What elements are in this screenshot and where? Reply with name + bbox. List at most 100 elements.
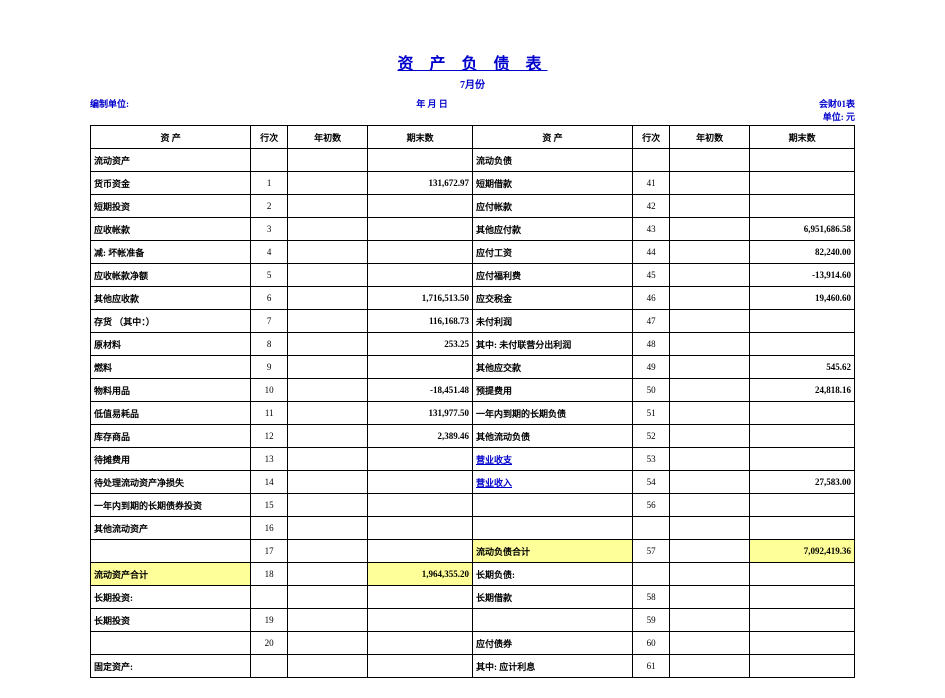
liab-begin [670,632,750,655]
th-begin-l: 年初数 [288,126,368,149]
asset-label: 待摊费用 [91,448,251,471]
asset-end [368,241,473,264]
th-row-r: 行次 [633,126,670,149]
liab-row-num: 58 [633,586,670,609]
liab-label [472,517,632,540]
liab-end [750,172,855,195]
asset-label: 其他流动资产 [91,517,251,540]
page-title: 资 产 负 债 表 [90,50,855,74]
table-row: 固定资产:其中: 应计利息61 [91,655,855,678]
meta-left: 编制单位: [90,97,129,110]
asset-label: 短期投资 [91,195,251,218]
asset-row-num: 9 [251,356,288,379]
asset-row-num [251,586,288,609]
liab-end [750,195,855,218]
asset-begin [288,264,368,287]
liab-label: 营业收支 [472,448,632,471]
page-subtitle: 7月份 [90,76,855,91]
asset-begin [288,287,368,310]
asset-end [368,264,473,287]
liab-end [750,517,855,540]
liab-label: 流动负债合计 [472,540,632,563]
asset-label: 一年内到期的长期债券投资 [91,494,251,517]
liab-end [750,632,855,655]
table-row: 库存商品122,389.46其他流动负债52 [91,425,855,448]
asset-end [368,517,473,540]
liab-end [750,310,855,333]
table-row: 一年内到期的长期债券投资1556 [91,494,855,517]
liab-label: 长期负债: [472,563,632,586]
liab-end: 545.62 [750,356,855,379]
meta-center: 年 月 日 [129,97,735,110]
asset-begin [288,149,368,172]
asset-row-num: 11 [251,402,288,425]
liab-begin [670,310,750,333]
liab-end [750,609,855,632]
asset-row-num: 14 [251,471,288,494]
asset-begin [288,333,368,356]
meta-row: 编制单位: 年 月 日 会财01表 [90,97,855,110]
liab-row-num [633,563,670,586]
liab-row-num: 53 [633,448,670,471]
liab-begin [670,655,750,678]
liab-row-num: 45 [633,264,670,287]
table-row: 原材料8253.25其中: 未付联营分出利润48 [91,333,855,356]
liab-row-num [633,517,670,540]
asset-begin [288,379,368,402]
table-row: 待处理流动资产净损失14营业收入5427,583.00 [91,471,855,494]
liab-row-num: 41 [633,172,670,195]
liab-label: 应付工资 [472,241,632,264]
asset-end [368,494,473,517]
liab-begin [670,333,750,356]
table-row: 应收帐款净额5应付福利费45-13,914.60 [91,264,855,287]
liab-begin [670,471,750,494]
asset-begin [288,241,368,264]
asset-label: 物料用品 [91,379,251,402]
table-row: 其他应收款61,716,513.50应交税金4619,460.60 [91,287,855,310]
liab-begin [670,241,750,264]
liab-begin [670,425,750,448]
asset-row-num: 15 [251,494,288,517]
asset-row-num [251,655,288,678]
asset-label: 原材料 [91,333,251,356]
meta-right1: 会财01表 [735,97,855,110]
asset-label: 长期投资 [91,609,251,632]
liab-begin [670,356,750,379]
table-row: 物料用品10-18,451.48预提费用5024,818.16 [91,379,855,402]
liab-row-num: 42 [633,195,670,218]
asset-row-num: 12 [251,425,288,448]
liab-end: -13,914.60 [750,264,855,287]
liab-end [750,586,855,609]
asset-begin [288,586,368,609]
liab-begin [670,195,750,218]
liab-end [750,448,855,471]
liab-row-num: 57 [633,540,670,563]
liab-label: 未付利润 [472,310,632,333]
asset-end [368,149,473,172]
table-row: 燃料9其他应交款49545.62 [91,356,855,379]
asset-label: 应收帐款净额 [91,264,251,287]
table-row: 流动资产合计181,964,355.20长期负债: [91,563,855,586]
liab-end: 27,583.00 [750,471,855,494]
asset-end [368,448,473,471]
asset-label: 货币资金 [91,172,251,195]
liab-begin [670,172,750,195]
liab-end: 7,092,419.36 [750,540,855,563]
table-row: 低值易耗品11131,977.50一年内到期的长期负债51 [91,402,855,425]
asset-row-num: 10 [251,379,288,402]
liab-end [750,149,855,172]
asset-row-num: 3 [251,218,288,241]
liab-row-num: 52 [633,425,670,448]
liab-end [750,655,855,678]
liab-label: 应付福利费 [472,264,632,287]
th-begin-r: 年初数 [670,126,750,149]
liab-row-num: 47 [633,310,670,333]
liab-label [472,609,632,632]
asset-begin [288,563,368,586]
asset-row-num: 18 [251,563,288,586]
liab-row-num: 43 [633,218,670,241]
liab-begin [670,586,750,609]
balance-sheet-table: 资 产 行次 年初数 期末数 资 产 行次 年初数 期末数 流动资产流动负债货币… [90,125,855,678]
th-end-l: 期末数 [368,126,473,149]
liab-label: 其他流动负债 [472,425,632,448]
